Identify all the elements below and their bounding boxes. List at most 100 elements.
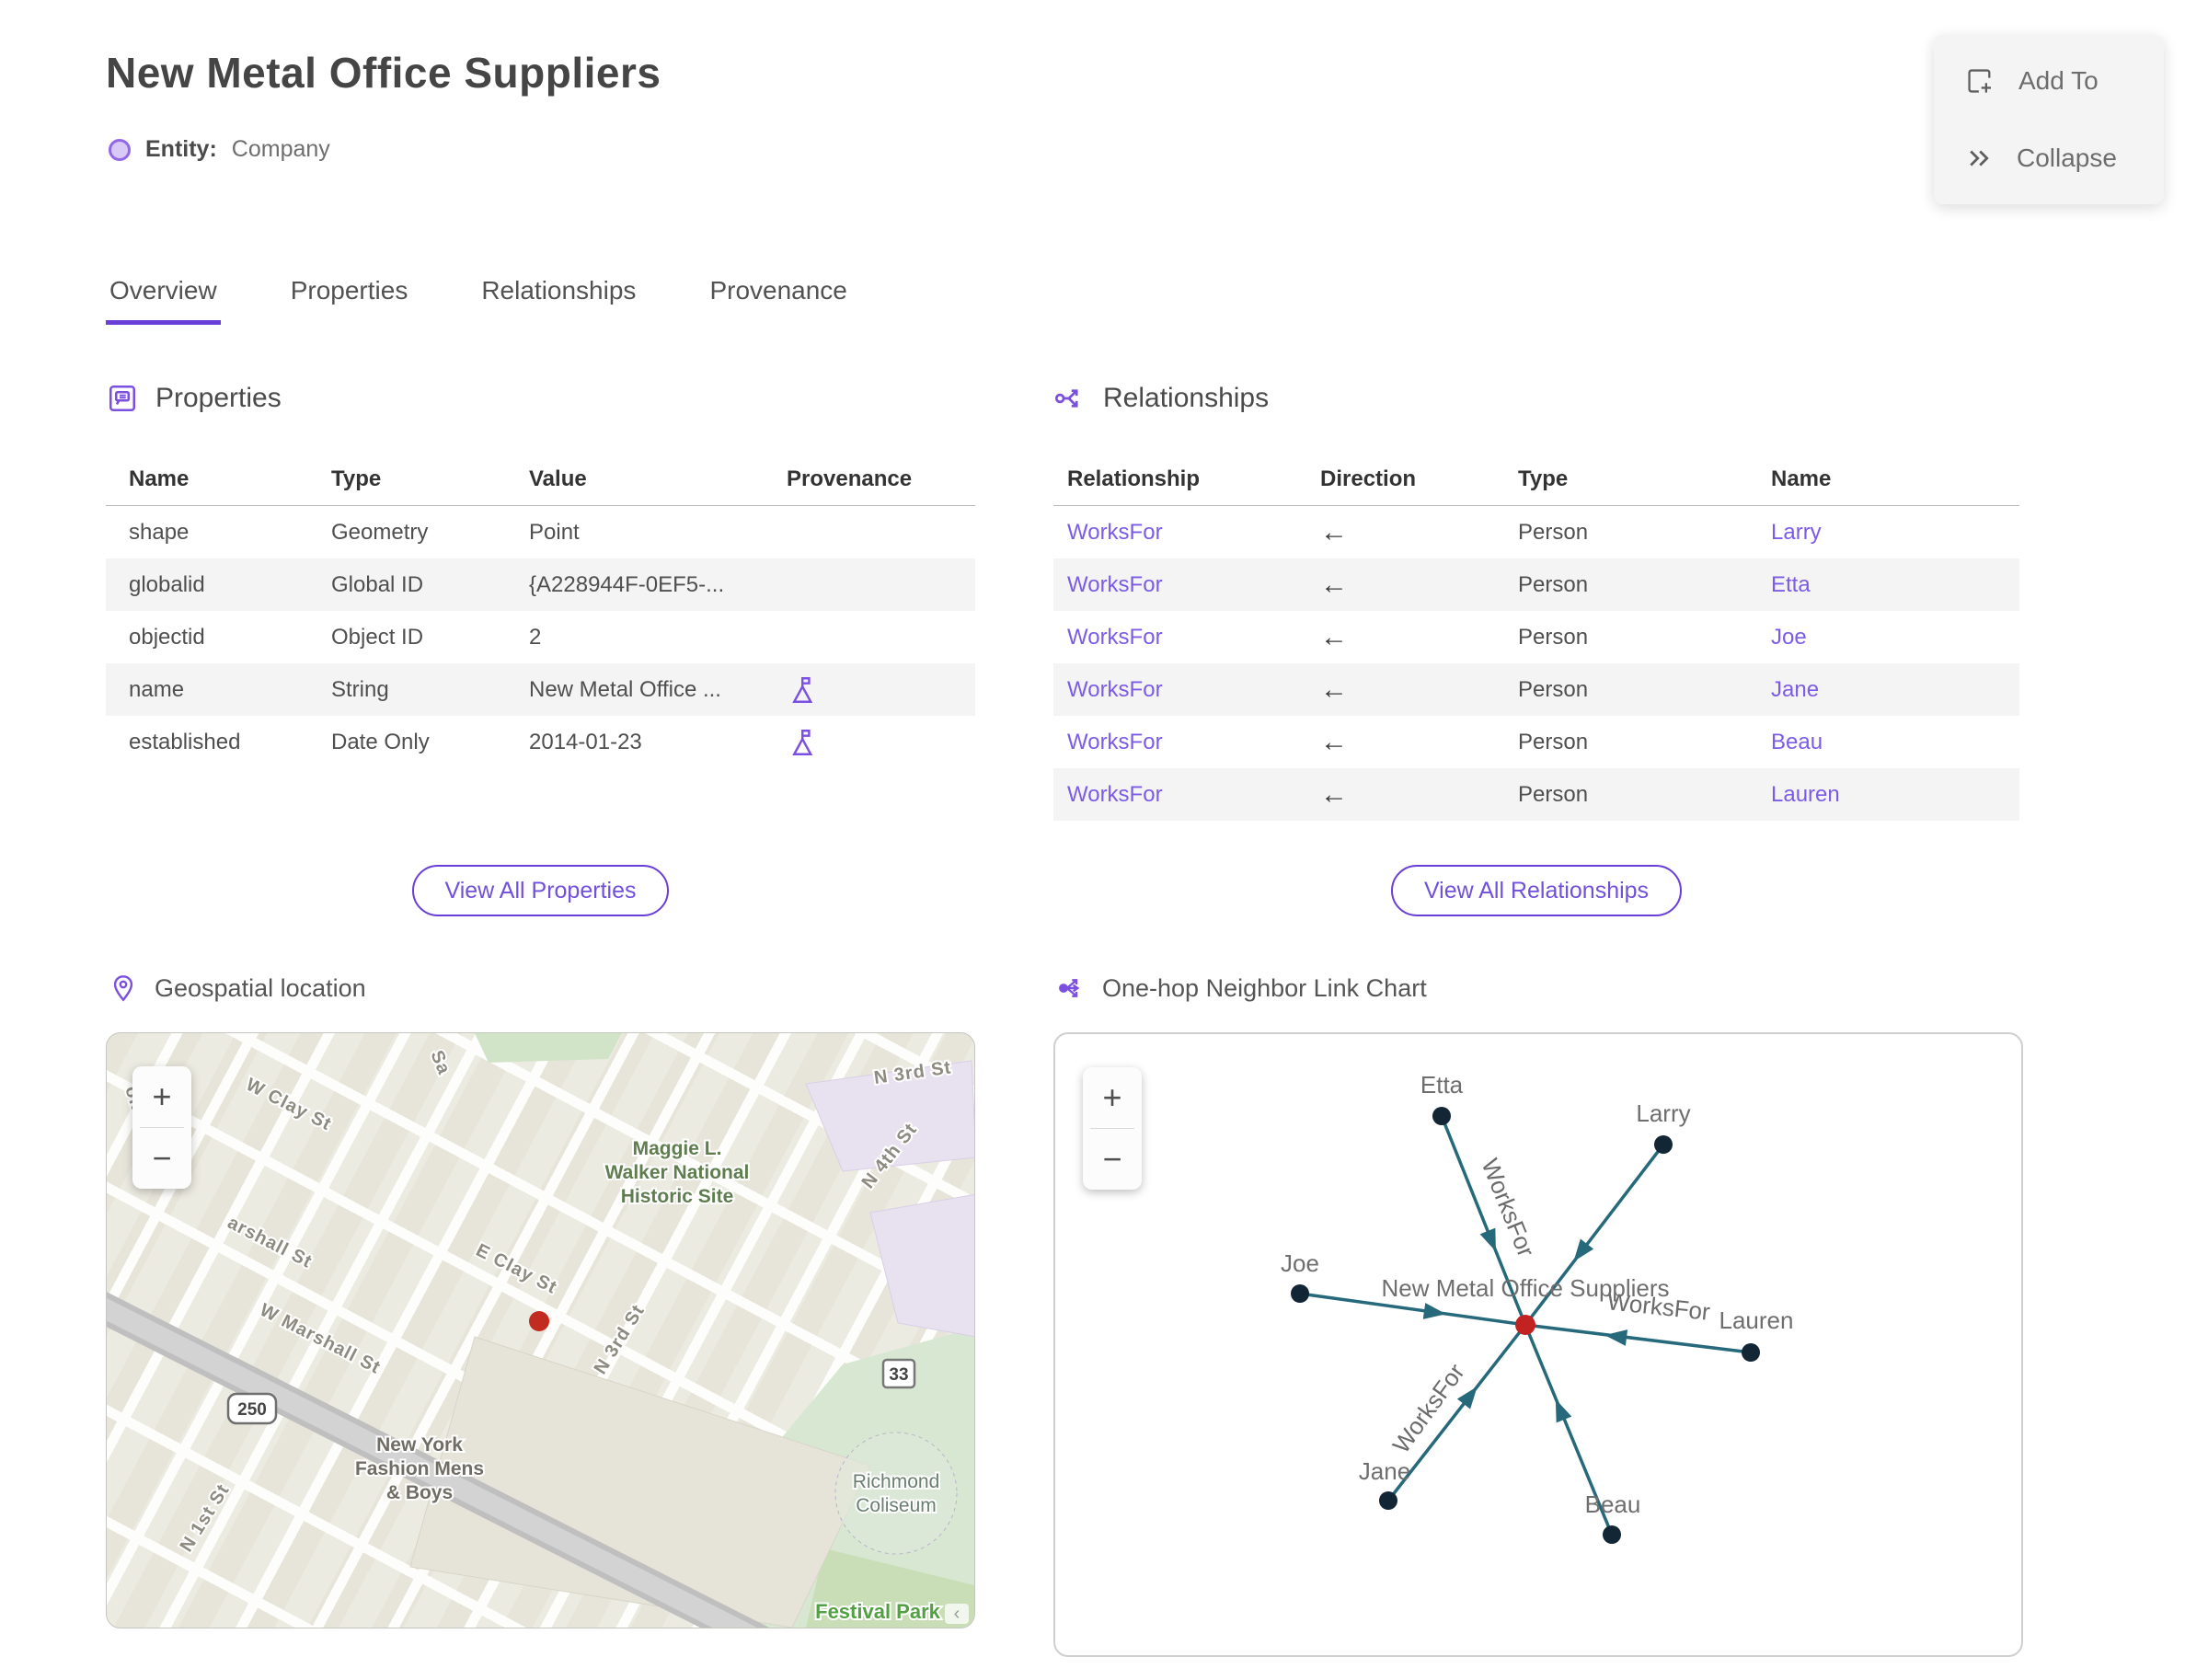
map-marker[interactable] (529, 1311, 549, 1331)
entity-link[interactable]: Lauren (1757, 782, 2019, 808)
add-to-label: Add To (2018, 66, 2099, 95)
relationship-link[interactable]: WorksFor (1053, 677, 1306, 703)
map-zoom-control: + − (132, 1066, 191, 1189)
relationship-link[interactable]: WorksFor (1053, 782, 1306, 808)
rel-type: Person (1518, 781, 1589, 807)
view-all-relationships-button[interactable]: View All Relationships (1390, 865, 1683, 916)
relationship-link[interactable]: WorksFor (1053, 520, 1306, 546)
col-name: Name (129, 466, 190, 491)
svg-text:Maggie L.: Maggie L. (633, 1138, 722, 1159)
prop-name: globalid (129, 571, 205, 597)
node-label: Larry (1636, 1099, 1690, 1127)
table-row: WorksFor ← Person Beau (1053, 716, 2019, 768)
route-shield-250: 250 (226, 1392, 278, 1425)
chevrons-right-icon (1970, 150, 1989, 167)
properties-section-header: Properties (106, 382, 282, 415)
map-overlay: ok Rd W Clay St Sa arshall St W Marshall… (107, 1033, 974, 1628)
street-label: E Clay St (473, 1240, 560, 1298)
properties-section-title: Properties (155, 383, 282, 413)
collapse-button[interactable]: Collapse (1934, 136, 2164, 180)
properties-icon (109, 385, 136, 412)
direction-arrow: ← (1320, 569, 1348, 600)
svg-text:& Boys: & Boys (386, 1482, 453, 1503)
rel-type: Person (1518, 519, 1589, 545)
entity-link[interactable]: Beau (1757, 730, 2019, 755)
center-node-label: New Metal Office Suppliers (1381, 1274, 1669, 1302)
prop-type: Date Only (331, 729, 430, 754)
tab-provenance[interactable]: Provenance (706, 276, 850, 325)
entity-label: Entity: (145, 136, 217, 162)
entity-link[interactable]: Larry (1757, 520, 2019, 546)
col-type: Type (331, 466, 382, 491)
link-chart-canvas[interactable]: WorksFor WorksFor WorksFor Etta Larry Jo… (1053, 1032, 2023, 1657)
node-label: Beau (1585, 1490, 1641, 1518)
svg-text:33: 33 (889, 1365, 908, 1385)
table-row: shape Geometry Point (106, 506, 975, 558)
col-direction: Direction (1320, 466, 1417, 491)
entity-link[interactable]: Etta (1757, 572, 2019, 598)
relationship-link[interactable]: WorksFor (1053, 730, 1306, 755)
map-civic-block (869, 1193, 974, 1338)
node-larry[interactable] (1654, 1135, 1673, 1154)
map-zoom-in-button[interactable]: + (132, 1066, 191, 1127)
prop-value: 2014-01-23 (529, 729, 642, 754)
table-row: WorksFor ← Person Joe (1053, 611, 2019, 663)
direction-arrow: ← (1320, 673, 1348, 705)
page-title: New Metal Office Suppliers (106, 49, 661, 97)
prop-name: established (129, 729, 241, 754)
tab-relationships[interactable]: Relationships (477, 276, 639, 325)
add-to-button[interactable]: Add To (1934, 59, 2164, 103)
node-jane[interactable] (1379, 1491, 1397, 1510)
relationship-link[interactable]: WorksFor (1053, 572, 1306, 598)
svg-text:Coliseum: Coliseum (856, 1495, 937, 1516)
node-center[interactable] (1515, 1315, 1535, 1335)
prop-type: String (331, 676, 389, 702)
node-joe[interactable] (1291, 1284, 1309, 1303)
entity-link[interactable]: Jane (1757, 677, 2019, 703)
svg-text:Richmond: Richmond (853, 1471, 940, 1492)
tab-overview[interactable]: Overview (106, 276, 221, 325)
relationship-link[interactable]: WorksFor (1053, 625, 1306, 650)
table-row: name String New Metal Office ... (106, 663, 975, 716)
chart-zoom-in-button[interactable]: + (1083, 1067, 1142, 1128)
street-label: W Clay St (243, 1075, 335, 1135)
view-all-properties-wrap: View All Properties (106, 865, 975, 916)
node-lauren[interactable] (1742, 1343, 1760, 1362)
node-beau[interactable] (1603, 1525, 1621, 1544)
historic-site-label: Maggie L. Walker National Historic Site (604, 1136, 752, 1209)
prop-name: objectid (129, 624, 205, 650)
map-canvas[interactable]: ok Rd W Clay St Sa arshall St W Marshall… (106, 1032, 975, 1628)
table-row: WorksFor ← Person Jane (1053, 663, 2019, 716)
view-all-properties-button[interactable]: View All Properties (411, 865, 670, 916)
relationships-rows: WorksFor ← Person Larry WorksFor ← Perso… (1053, 506, 2019, 821)
properties-table: Name Type Value Provenance shape Geometr… (106, 448, 975, 768)
direction-arrow: ← (1320, 778, 1348, 810)
street-label: arshall St (224, 1213, 316, 1272)
geospatial-section-header: Geospatial location (109, 973, 366, 1003)
actions-card: Add To Collapse (1934, 35, 2164, 204)
table-row: WorksFor ← Person Larry (1053, 506, 2019, 558)
chart-zoom-out-button[interactable]: − (1083, 1129, 1142, 1190)
svg-text:Fashion Mens: Fashion Mens (355, 1458, 484, 1479)
relationships-table: Relationship Direction Type Name WorksFo… (1053, 448, 2019, 821)
tab-properties[interactable]: Properties (287, 276, 412, 325)
entity-color-dot (109, 138, 131, 161)
map-attribution-toggle[interactable]: ‹ (945, 1604, 969, 1624)
prop-provenance (764, 726, 975, 759)
node-etta[interactable] (1432, 1107, 1451, 1125)
street-label: W Marshall St (257, 1300, 384, 1378)
entity-detail-page: New Metal Office Suppliers Entity: Compa… (0, 0, 2208, 1680)
route-shield-33: 33 (881, 1358, 916, 1389)
properties-rows: shape Geometry Point globalid Global ID … (106, 506, 975, 768)
table-row: established Date Only 2014-01-23 (106, 716, 975, 768)
map-zoom-out-button[interactable]: − (132, 1128, 191, 1189)
provenance-flag-icon[interactable] (787, 673, 820, 707)
direction-arrow: ← (1320, 516, 1348, 547)
entity-link[interactable]: Joe (1757, 625, 2019, 650)
relationships-icon (1054, 389, 1078, 408)
col-name: Name (1771, 466, 1832, 491)
relationships-table-header: Relationship Direction Type Name (1053, 448, 2019, 506)
edge-label: WorksFor (1387, 1358, 1470, 1458)
provenance-flag-icon[interactable] (787, 726, 820, 759)
node-label: Jane (1359, 1457, 1410, 1485)
